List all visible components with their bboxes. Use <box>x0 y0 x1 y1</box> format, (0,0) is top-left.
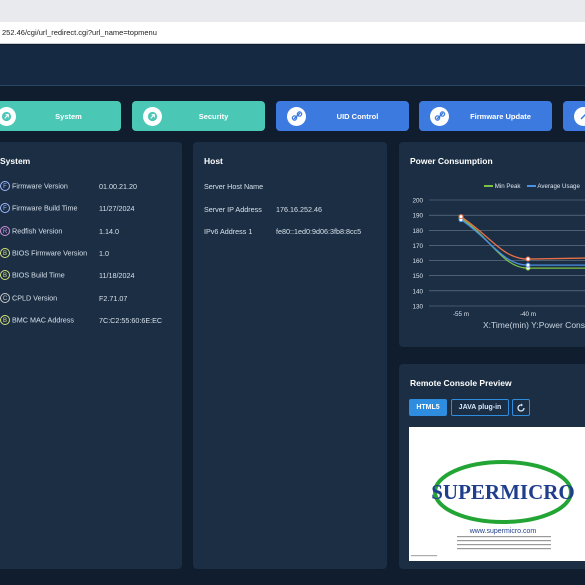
system-row-label: CPLD Version <box>12 293 58 303</box>
system-row: F Firmware Build Time <box>0 203 78 214</box>
y-tick-label: 150 <box>412 273 423 280</box>
uid-control-button[interactable]: UID Control <box>276 101 409 131</box>
system-row: B BIOS Build Time <box>0 270 65 281</box>
system-row: R Redfish Version <box>0 225 63 236</box>
console-panel-title: Remote Console Preview <box>410 378 512 388</box>
host-panel: Host Server Host Name Server IP Address … <box>193 142 387 569</box>
system-row-value: 7C:C2:55:60:6E:EC <box>99 315 163 325</box>
y-tick-label: 130 <box>412 304 423 311</box>
brand-text: SUPERMICRO <box>431 480 575 504</box>
y-tick-label: 180 <box>412 228 423 235</box>
brand-site: www.supermicro.com <box>469 528 537 535</box>
browser-tabbar <box>0 0 585 22</box>
series-line <box>460 216 585 260</box>
page-header <box>0 45 585 86</box>
legend-min-peak: Min Peak <box>484 183 521 190</box>
system-panel-title: System <box>0 156 31 166</box>
supermicro-logo: SUPERMICRO www.supermicro.com <box>411 460 575 557</box>
system-row-value: 11/18/2024 <box>99 271 135 281</box>
data-point <box>458 214 464 220</box>
link-icon <box>574 106 585 126</box>
y-tick-label: 140 <box>412 288 423 295</box>
y-tick-label: 190 <box>412 213 423 220</box>
refresh-icon <box>517 403 525 412</box>
y-tick-label: 170 <box>412 243 423 250</box>
system-row-label: Firmware Build Time <box>12 203 78 213</box>
system-row-label: Redfish Version <box>12 226 63 236</box>
legend-swatch <box>527 185 536 188</box>
quick-actions-row: System Security UID Control Firmware Upd… <box>0 90 585 136</box>
badge-c-icon: C <box>0 292 10 303</box>
badge-f-icon: F <box>0 203 10 214</box>
refresh-button[interactable] <box>512 399 530 416</box>
x-tick-label: -40 m <box>520 311 536 318</box>
host-row-label: Server IP Address <box>204 205 262 214</box>
system-row-label: BIOS Build Time <box>12 270 65 280</box>
firmware-update-button-label: Firmware Update <box>470 111 531 121</box>
system-row-value: 11/27/2024 <box>99 204 135 214</box>
java-plugin-button[interactable]: JAVA plug-in <box>451 399 509 416</box>
link-icon <box>287 106 306 126</box>
data-point <box>525 262 531 268</box>
more-button[interactable] <box>563 101 585 131</box>
legend-label: Min Peak <box>494 183 521 190</box>
system-row: B BIOS Firmware Version <box>0 247 88 258</box>
security-button[interactable]: Security <box>132 101 265 131</box>
firmware-update-button[interactable]: Firmware Update <box>419 101 552 131</box>
system-button-label: System <box>55 111 82 121</box>
system-row-value: 1.0 <box>99 248 109 258</box>
system-row-value: 01.00.21.20 <box>99 182 137 191</box>
host-row-value: fe80::1ed0:9d06:3fb8:8cc5 <box>276 227 362 236</box>
badge-b-icon: B <box>0 247 10 258</box>
uid-control-button-label: UID Control <box>336 111 379 121</box>
console-preview-screen[interactable]: SUPERMICRO www.supermicro.com <box>409 427 585 561</box>
system-row-value: F2.71.07 <box>99 293 128 303</box>
url-bar[interactable]: 252.46/cgi/url_redirect.cgi?url_name=top… <box>0 22 585 44</box>
host-row-label: IPv6 Address 1 <box>204 227 253 236</box>
security-button-label: Security <box>198 111 229 121</box>
data-point <box>525 256 531 262</box>
x-tick-label: -55 m <box>453 311 469 318</box>
badge-r-icon: R <box>0 225 10 236</box>
host-row-value: 176.16.252.46 <box>276 205 322 214</box>
system-row-value: 1.14.0 <box>99 226 119 236</box>
system-row-label: BIOS Firmware Version <box>12 248 88 258</box>
system-row: B BMC MAC Address <box>0 314 74 325</box>
system-row: C CPLD Version <box>0 292 58 303</box>
legend-swatch <box>484 185 493 188</box>
legend-average: Average Usage <box>527 183 580 190</box>
security-icon <box>143 106 162 126</box>
html5-button[interactable]: HTML5 <box>409 399 447 416</box>
system-icon <box>0 106 16 126</box>
y-tick-label: 160 <box>412 258 423 265</box>
system-row-label: Firmware Version <box>12 181 68 191</box>
x-axis-label: X:Time(min) Y:Power Cons <box>483 320 585 330</box>
badge-f-icon: F <box>0 181 10 192</box>
badge-b-icon: B <box>0 314 10 325</box>
legend-label: Average Usage <box>537 183 580 190</box>
system-row-label: BMC MAC Address <box>12 315 74 325</box>
link-icon <box>430 106 449 126</box>
badge-b-icon: B <box>0 270 10 281</box>
host-panel-title: Host <box>204 156 223 166</box>
system-row: F Firmware Version <box>0 181 68 192</box>
y-tick-label: 200 <box>412 198 423 205</box>
system-button[interactable]: System <box>0 101 121 131</box>
power-panel-title: Power Consumption <box>410 156 493 166</box>
host-row-label: Server Host Name <box>204 182 264 191</box>
